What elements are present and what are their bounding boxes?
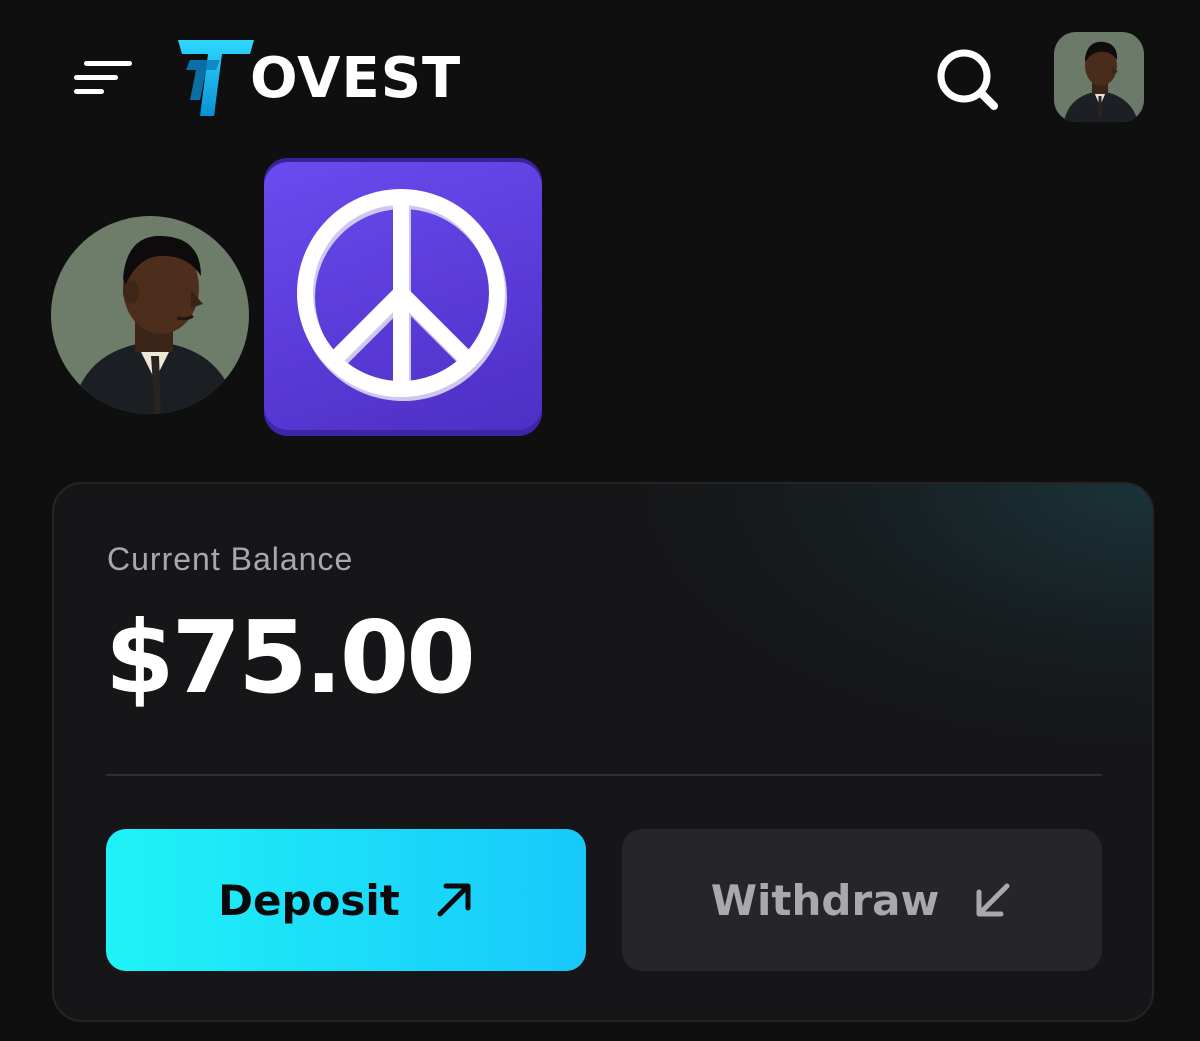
wallet-screen: OVEST Current Balance $75.00 Deposit Wit… [0,0,1200,1041]
card-divider [106,774,1102,776]
peace-sign-icon [264,158,542,436]
profile-avatar [51,216,249,414]
menu-bar-top [84,61,132,66]
hamburger-menu-icon[interactable] [70,56,134,98]
balance-card: Current Balance $75.00 Deposit Withdraw [52,482,1154,1022]
search-icon[interactable] [930,44,1002,116]
arrow-up-right-icon [437,883,471,917]
logo-mark-icon [178,40,254,116]
app-logo[interactable]: OVEST [176,36,486,120]
logo-wordmark: OVEST [250,46,462,111]
balance-amount: $75.00 [105,599,476,716]
withdraw-label: Withdraw [710,875,940,925]
arrow-down-left-icon [976,883,1010,917]
menu-bar-middle [74,75,118,80]
menu-bar-bottom [74,89,104,94]
user-avatar[interactable] [1054,32,1144,122]
deposit-label: Deposit [218,875,400,925]
balance-label: Current Balance [107,541,354,577]
withdraw-button[interactable]: Withdraw [622,829,1102,971]
deposit-button[interactable]: Deposit [106,829,586,971]
